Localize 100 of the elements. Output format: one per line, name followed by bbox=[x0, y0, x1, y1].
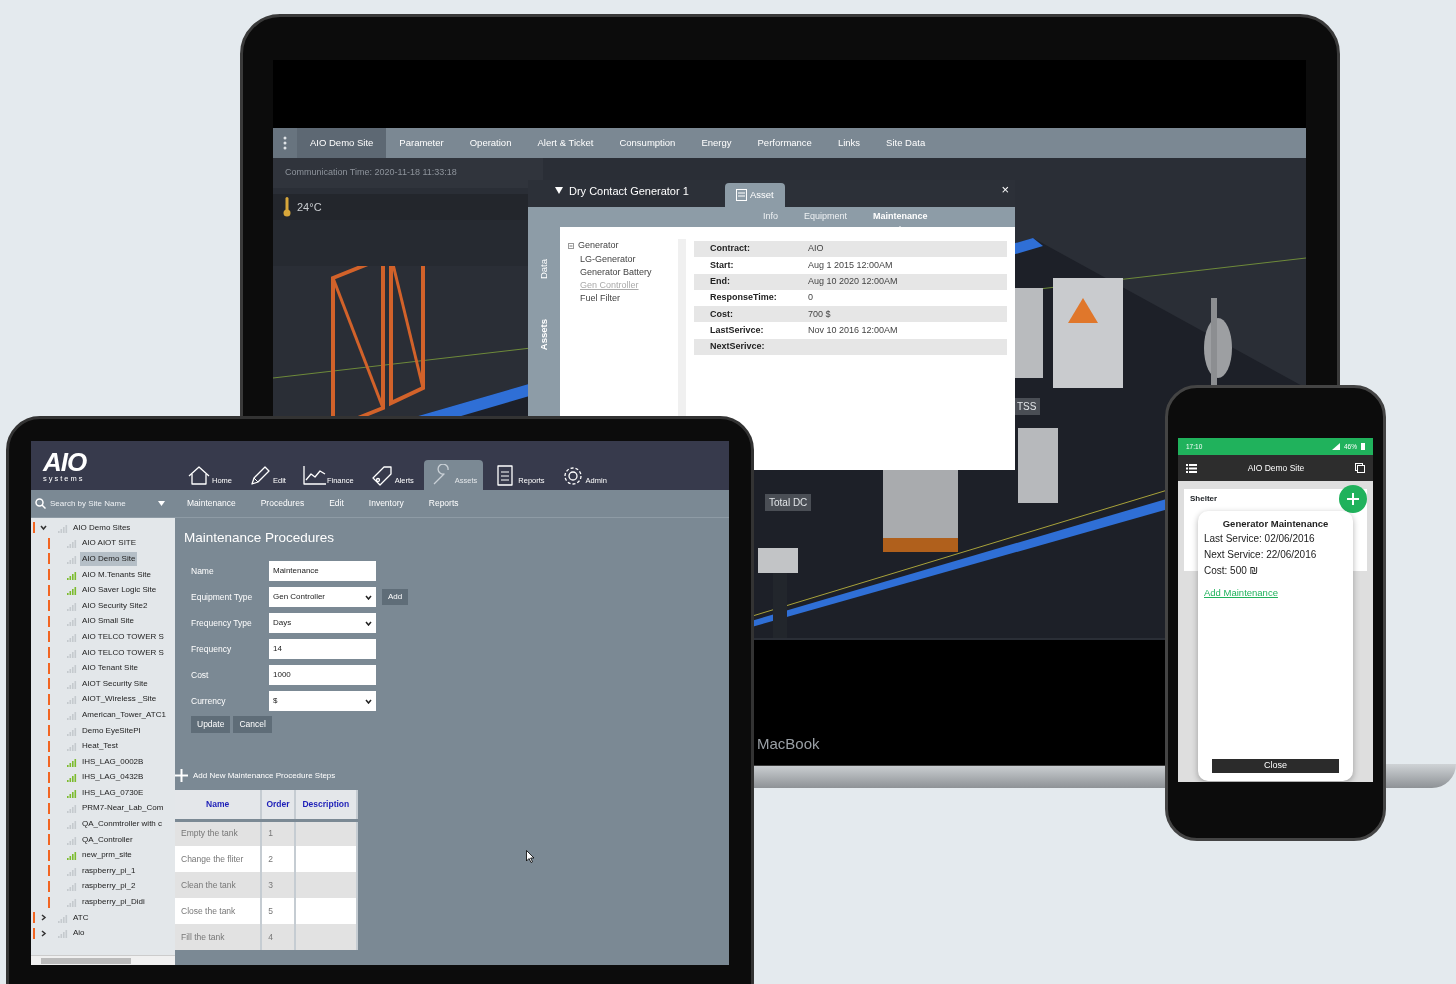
column-header[interactable]: Name bbox=[175, 790, 262, 820]
section-title: Maintenance Procedures bbox=[184, 529, 336, 547]
nav-tab[interactable]: Parameter bbox=[386, 128, 457, 158]
status-marker bbox=[48, 834, 50, 846]
brand-label: MacBook bbox=[757, 733, 820, 754]
close-button[interactable]: × bbox=[1001, 183, 1009, 196]
nav-tab[interactable]: Site Data bbox=[873, 128, 939, 158]
tree-item[interactable]: Aio bbox=[71, 926, 87, 941]
status-marker bbox=[33, 912, 35, 924]
dialog-title: Generator Maintenance bbox=[1221, 517, 1330, 531]
field-value: Nov 10 2016 12:00AM bbox=[808, 323, 898, 337]
nav-tab[interactable]: Consumption bbox=[606, 128, 689, 158]
field-label: Cost: bbox=[710, 307, 734, 321]
tree-item[interactable]: AIO Small Site bbox=[80, 614, 136, 629]
status-marker bbox=[48, 740, 50, 752]
menu-icon[interactable] bbox=[1186, 463, 1197, 473]
tree-item[interactable]: AIO M.Tenants Site bbox=[80, 567, 153, 582]
plus-icon[interactable] bbox=[175, 769, 188, 782]
table-cell: 3 bbox=[261, 872, 295, 898]
chevron-right-icon[interactable] bbox=[40, 914, 47, 922]
status-marker bbox=[48, 678, 50, 690]
add-steps-link[interactable]: Add New Maintenance Procedure Steps bbox=[193, 769, 336, 782]
table-cell: 5 bbox=[261, 898, 295, 924]
tree-item[interactable]: AIO TELCO TOWER S bbox=[80, 629, 166, 644]
tree-item[interactable]: LG-Generator bbox=[568, 252, 678, 266]
tree-item[interactable]: AIOT Security Site bbox=[80, 676, 150, 691]
scrollbar[interactable] bbox=[31, 955, 175, 965]
tree-item[interactable]: QA_Controller bbox=[80, 832, 135, 847]
tree-item[interactable]: Fuel Filter bbox=[568, 291, 678, 305]
nav-tab[interactable]: Links bbox=[824, 128, 874, 158]
input-field[interactable]: Maintenance bbox=[269, 561, 376, 582]
dropdown[interactable]: Gen Controller bbox=[269, 587, 376, 608]
chevron-down-icon bbox=[365, 620, 372, 626]
search-field[interactable]: Search by Site Name bbox=[50, 497, 154, 510]
status-marker bbox=[33, 927, 35, 939]
nav-link[interactable]: Procedures bbox=[260, 497, 305, 510]
cancel-button[interactable]: Cancel bbox=[233, 716, 272, 733]
tree-item[interactable]: Demo EyeSitePI bbox=[80, 723, 143, 738]
tree-item[interactable]: IHS_LAG_0730E bbox=[80, 785, 146, 800]
collapse-icon[interactable] bbox=[555, 187, 563, 195]
dropdown[interactable]: Days bbox=[269, 613, 376, 634]
nav-tab[interactable]: Operation bbox=[456, 128, 525, 158]
cursor-icon bbox=[526, 850, 535, 863]
input-field[interactable]: 14 bbox=[269, 639, 376, 660]
nav-tab[interactable]: Performance bbox=[744, 128, 825, 158]
nav-link[interactable]: Reports bbox=[428, 497, 459, 510]
add-button[interactable]: Add bbox=[382, 589, 409, 606]
chevron-down-icon bbox=[365, 698, 372, 704]
tree-item[interactable]: IHS_LAG_0432B bbox=[80, 770, 146, 785]
tree-item[interactable]: Generator bbox=[578, 239, 619, 253]
close-button[interactable]: Close bbox=[1212, 759, 1339, 773]
table-cell: 2 bbox=[261, 846, 295, 872]
tree-item[interactable]: AIO Demo Site bbox=[80, 552, 138, 566]
signal-icon bbox=[1332, 443, 1340, 450]
nav-link[interactable]: Edit bbox=[329, 497, 344, 510]
nav-tab[interactable]: Energy bbox=[688, 128, 745, 158]
nav-link[interactable]: Inventory bbox=[368, 497, 404, 510]
field-label: Equipment Type bbox=[191, 590, 254, 604]
column-header[interactable]: Description bbox=[294, 790, 357, 820]
copy-icon[interactable] bbox=[1355, 463, 1365, 473]
tree-item[interactable]: AIO Demo Sites bbox=[71, 520, 133, 535]
tree-item[interactable]: raspberry_pi_1 bbox=[80, 863, 138, 878]
tree-item[interactable]: American_Tower_ATC1 bbox=[80, 707, 168, 722]
tree-item[interactable]: AIO Security Site2 bbox=[80, 598, 150, 613]
dropdown[interactable]: $ bbox=[269, 691, 376, 712]
chevron-down-icon[interactable] bbox=[40, 524, 47, 532]
update-button[interactable]: Update bbox=[191, 716, 231, 733]
nav-link[interactable]: Maintenance bbox=[187, 497, 236, 510]
chevron-right-icon[interactable] bbox=[40, 929, 47, 937]
field-label: Start: bbox=[710, 258, 735, 272]
tree-item[interactable]: PRM7-Near_Lab_Com bbox=[80, 801, 166, 816]
tree-item[interactable]: AIOT_Wireless _Site bbox=[80, 692, 159, 707]
tree-item[interactable]: ATC bbox=[71, 910, 91, 925]
tree-item[interactable]: new_prm_site bbox=[80, 848, 134, 863]
tree-item[interactable]: Generator Battery bbox=[568, 265, 678, 279]
status-marker bbox=[48, 756, 50, 768]
tree-item[interactable]: AIO Saver Logic Site bbox=[80, 583, 159, 598]
nav-tab[interactable]: Alert & Ticket bbox=[524, 128, 607, 158]
nav-tab[interactable]: AIO Demo Site bbox=[297, 128, 387, 158]
status-marker bbox=[48, 693, 50, 705]
tree-item[interactable]: IHS_LAG_0002B bbox=[80, 754, 146, 769]
tree-item[interactable]: AIO AIOT SITE bbox=[80, 536, 139, 551]
tree-item[interactable]: raspberry_pi_2 bbox=[80, 879, 138, 894]
column-header[interactable]: Order bbox=[261, 790, 295, 820]
tree-item[interactable]: AIO TELCO TOWER S bbox=[80, 645, 166, 660]
tree-item[interactable]: raspberry_pi_Didi bbox=[80, 895, 147, 910]
field-label: ResponseTime: bbox=[710, 291, 778, 305]
search-icon bbox=[35, 498, 46, 509]
table-cell: Close the tank bbox=[175, 898, 262, 924]
tree-item[interactable]: Heat_Test bbox=[80, 739, 121, 754]
field-value: 0 bbox=[808, 291, 813, 305]
table-cell: 4 bbox=[261, 924, 295, 950]
add-button[interactable] bbox=[1339, 485, 1367, 513]
logo-name: AIO bbox=[43, 448, 88, 475]
input-field[interactable]: 1000 bbox=[269, 665, 376, 686]
caret-icon[interactable] bbox=[158, 501, 165, 506]
pencil-icon bbox=[248, 464, 272, 486]
status-marker bbox=[48, 537, 50, 549]
tree-item[interactable]: AIO Tenant Site bbox=[80, 661, 140, 676]
tree-item[interactable]: QA_Conmtroller with c bbox=[80, 817, 165, 832]
